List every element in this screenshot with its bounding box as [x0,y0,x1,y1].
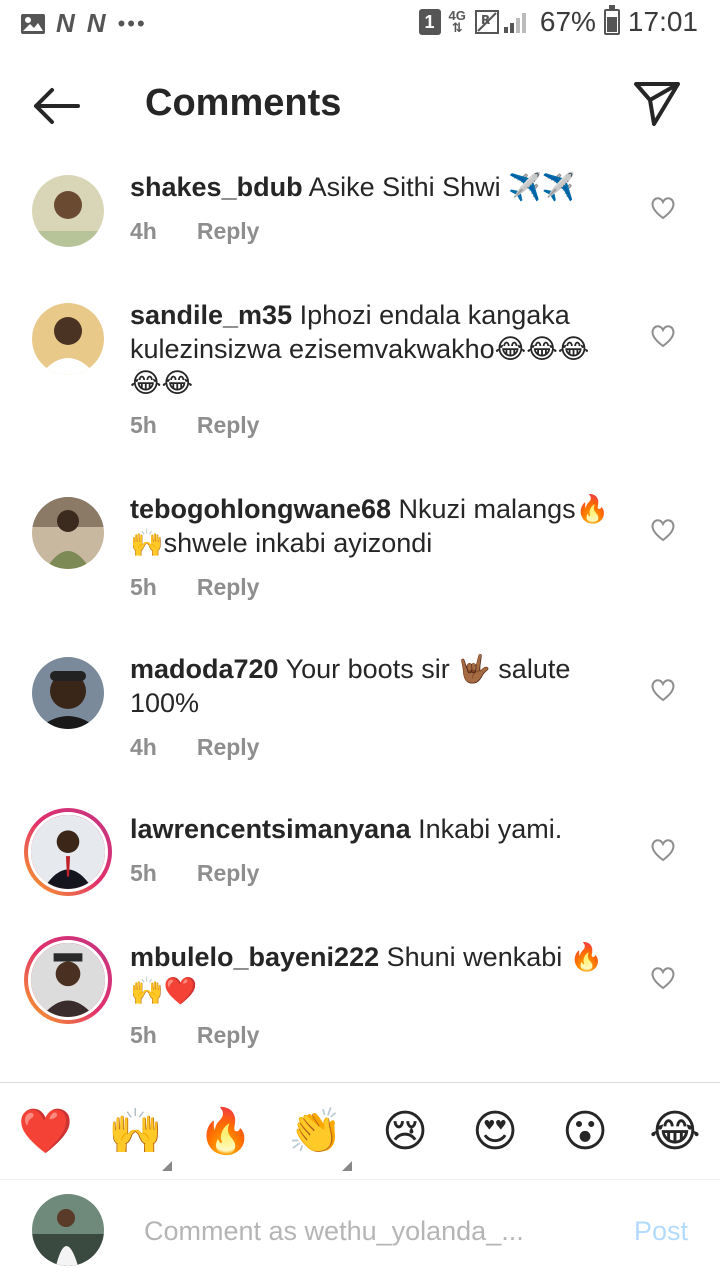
share-button[interactable] [632,78,682,128]
comment-meta: 4h Reply [130,734,259,761]
comment-time: 5h [130,860,157,886]
current-user-avatar [32,1194,104,1266]
heart-icon[interactable] [650,678,676,702]
emoji-crying-button[interactable]: 😢 [378,1105,432,1159]
comment-time: 4h [130,218,157,244]
avatar-image [32,175,104,247]
comment-meta: 5h Reply [130,860,259,887]
avatar-image [32,657,104,729]
comment-time: 4h [130,734,157,760]
avatar [28,940,108,1020]
comment-input[interactable] [144,1206,564,1256]
news-icon: N [86,8,108,38]
comment-text: sandile_m35 Iphozi endala kangaka kulezi… [130,298,620,400]
comment-username[interactable]: madoda720 [130,654,279,684]
emoji-fire-button[interactable]: 🔥 [198,1105,253,1159]
comment-text: mbulelo_bayeni222 Shuni wenkabi 🔥🙌❤️ [130,940,620,1008]
reply-button[interactable]: Reply [197,412,260,439]
signal-icon: R [474,10,526,34]
comment-text: tebogohlongwane68 Nkuzi malangs🔥🙌shwele … [130,492,620,560]
comment-username[interactable]: shakes_bdub [130,172,303,202]
emoji-raising-hands-button[interactable]: 🙌 [108,1105,172,1171]
comment-username[interactable]: tebogohlongwane68 [130,494,391,524]
sim-badge: 1 [418,9,441,35]
skin-tone-indicator [342,1161,352,1171]
comment-meta: 5h Reply [130,574,259,601]
heart-icon[interactable] [650,518,676,542]
post-button[interactable]: Post [634,1216,688,1247]
reply-button[interactable]: Reply [197,574,260,601]
reply-button[interactable]: Reply [197,218,260,245]
battery-icon [603,5,620,35]
emoji-laughing-button[interactable]: 😂 [648,1105,702,1159]
clock: 17:01 [627,6,698,37]
news-icon: N [56,8,77,38]
battery-percent: 67% [539,6,596,37]
comment-composer: Post [0,1180,720,1280]
emoji-glyph: 👏 [288,1106,343,1157]
emoji-red-heart-button[interactable]: ❤️ [18,1105,73,1159]
network-type: 4G ⇅ [448,8,466,35]
comment-text: lawrencentsimanyana Inkabi yami. [130,812,620,846]
heart-icon[interactable] [650,324,676,348]
comment-time: 5h [130,574,157,600]
page-title: Comments [145,82,342,124]
avatar-image [32,497,104,569]
emoji-quick-bar: ❤️ 🙌 🔥 👏 😢 😍 😮 😂 [0,1082,720,1180]
avatar[interactable] [32,303,104,375]
comment-time: 5h [130,412,157,438]
comment-username[interactable]: sandile_m35 [130,300,292,330]
header: Comments [0,48,720,160]
avatar-story-ring[interactable] [24,936,112,1024]
comment-meta: 5h Reply [130,1022,259,1049]
comment-text: shakes_bdub Asike Sithi Shwi ✈️✈️ [130,170,620,204]
paper-plane-icon [634,82,680,126]
comment-username[interactable]: mbulelo_bayeni222 [130,942,379,972]
avatar[interactable] [32,497,104,569]
emoji-surprised-button[interactable]: 😮 [558,1105,612,1159]
avatar-image [32,1194,104,1266]
comment-message: Asike Sithi Shwi ✈️✈️ [308,172,576,202]
comment-meta: 5h Reply [130,412,259,439]
heart-icon[interactable] [650,196,676,220]
gallery-icon [21,13,45,34]
avatar[interactable] [32,657,104,729]
comment-meta: 4h Reply [130,218,259,245]
reply-button[interactable]: Reply [197,860,260,887]
emoji-heart-eyes-button[interactable]: 😍 [468,1105,522,1159]
avatar-story-ring[interactable] [24,808,112,896]
emoji-glyph: 🙌 [108,1106,163,1157]
avatar-image [31,815,105,889]
reply-button[interactable]: Reply [197,734,260,761]
arrow-left-icon [34,88,80,124]
avatar[interactable] [32,175,104,247]
avatar-image [31,943,105,1017]
heart-icon[interactable] [650,966,676,990]
reply-button[interactable]: Reply [197,1022,260,1049]
emoji-clapping-button[interactable]: 👏 [288,1105,352,1171]
avatar [28,812,108,892]
comment-message: Inkabi yami. [418,814,563,844]
back-button[interactable] [30,84,82,128]
status-bar-right: 1 4G ⇅ R 67% 17:01 [418,5,698,38]
comment-username[interactable]: lawrencentsimanyana [130,814,411,844]
status-bar-left: N N ••• [20,8,147,39]
status-bar: N N ••• 1 4G ⇅ R 67% 17:01 [0,0,720,48]
skin-tone-indicator [162,1161,172,1171]
more-notifications-icon: ••• [117,10,147,36]
avatar-image [32,303,104,375]
comment-time: 5h [130,1022,157,1048]
comment-text: madoda720 Your boots sir 🤟🏾 salute 100% [130,652,620,720]
heart-icon[interactable] [650,838,676,862]
